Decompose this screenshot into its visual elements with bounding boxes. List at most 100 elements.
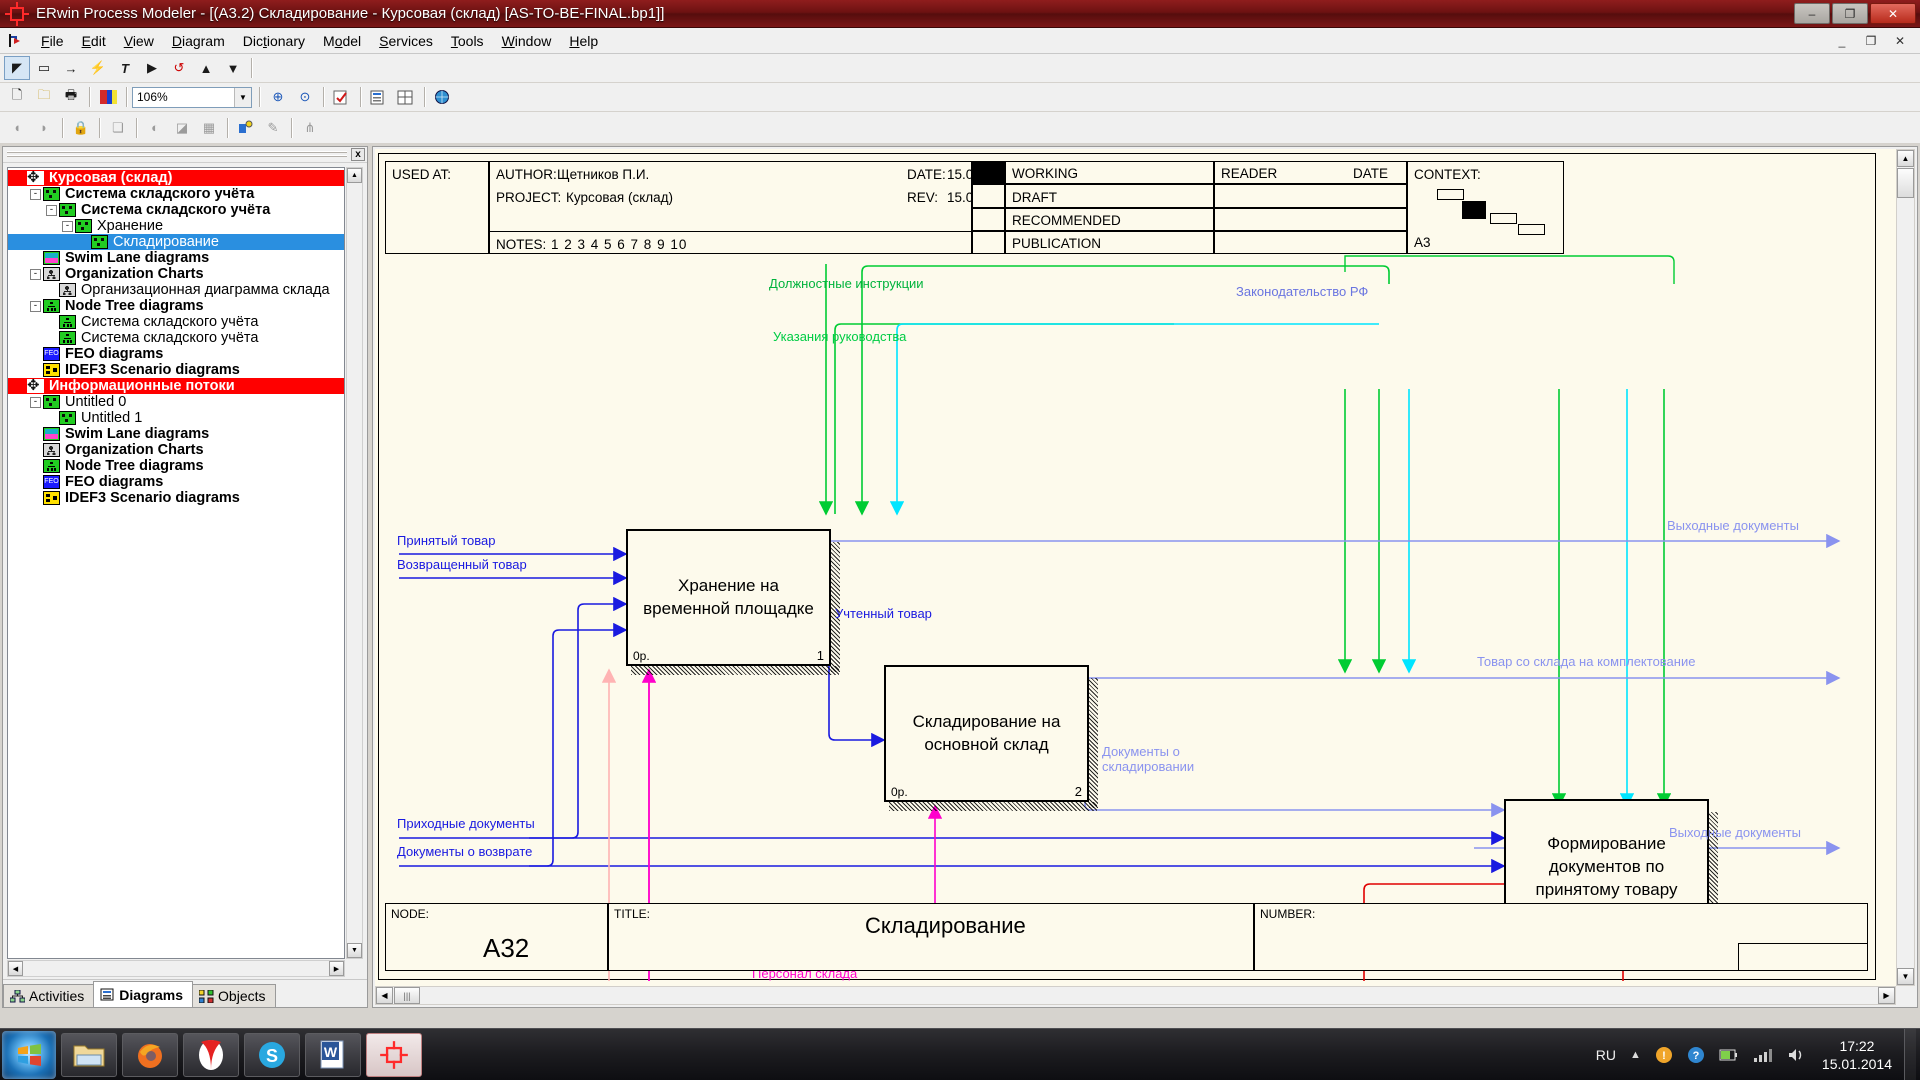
- network-help-icon[interactable]: ?: [1687, 1046, 1705, 1064]
- start-button[interactable]: [2, 1030, 56, 1079]
- tree-expander-icon[interactable]: -: [30, 188, 41, 200]
- tree-item[interactable]: Swim Lane diagrams: [8, 426, 344, 442]
- chevron-up-icon[interactable]: ▲: [1630, 1049, 1641, 1061]
- go-forward-icon[interactable]: ◖: [4, 116, 30, 140]
- diagram-vertical-scrollbar[interactable]: ▲ ▼: [1896, 149, 1915, 986]
- diagram-scroll-right-icon[interactable]: ▶: [1878, 987, 1895, 1004]
- minimize-button[interactable]: –: [1794, 3, 1830, 24]
- report-icon[interactable]: [366, 85, 392, 109]
- activity-box-1[interactable]: Хранение на временной площадке 0р. 1: [626, 529, 831, 666]
- window-title-bar[interactable]: ERwin Process Modeler - [(A3.2) Складиро…: [0, 0, 1920, 28]
- tree-item[interactable]: - Хранение: [8, 218, 344, 234]
- paint-icon[interactable]: ✎: [260, 116, 286, 140]
- text-tool-icon[interactable]: T: [112, 56, 138, 80]
- scroll-left-icon[interactable]: ◀: [8, 961, 23, 976]
- action-center-icon[interactable]: !: [1655, 1046, 1673, 1064]
- tree-item[interactable]: - Untitled 0: [8, 394, 344, 410]
- open-file-icon[interactable]: 🗀: [31, 85, 57, 109]
- taskbar-clock[interactable]: 17:22 15.01.2014: [1814, 1037, 1904, 1073]
- merge-icon[interactable]: ⋔: [297, 116, 323, 140]
- close-button[interactable]: ✕: [1870, 3, 1916, 24]
- tab-diagrams[interactable]: Diagrams: [93, 981, 194, 1007]
- close-icon[interactable]: x: [351, 148, 365, 161]
- scroll-up-icon[interactable]: ▲: [347, 168, 362, 183]
- zoom-combobox[interactable]: 106% ▼: [132, 86, 252, 108]
- mdi-restore-button[interactable]: ❐: [1857, 31, 1885, 51]
- tree-item[interactable]: Система складского учёта: [8, 314, 344, 330]
- tree-item[interactable]: Untitled 1: [8, 410, 344, 426]
- tree-item[interactable]: IDEF3 Scenario diagrams: [8, 490, 344, 506]
- menu-services[interactable]: Services: [370, 30, 442, 52]
- copy-object-icon[interactable]: ❏: [105, 116, 131, 140]
- explorer-header[interactable]: x: [3, 147, 367, 163]
- grid-report-icon[interactable]: [393, 85, 419, 109]
- tree-item[interactable]: FEO FEO diagrams: [8, 346, 344, 362]
- tree-vertical-scrollbar[interactable]: ▲ ▼: [346, 167, 363, 959]
- tree-item[interactable]: FEO FEO diagrams: [8, 474, 344, 490]
- go-back-icon[interactable]: ◗: [31, 116, 57, 140]
- tree-item[interactable]: Курсовая (склад): [8, 168, 344, 186]
- mdi-minimize-button[interactable]: _: [1828, 31, 1856, 51]
- tab-objects[interactable]: Objects: [192, 984, 276, 1007]
- tree-item[interactable]: Складирование: [8, 234, 344, 250]
- undo-tool-icon[interactable]: ↺: [166, 56, 192, 80]
- zoom-fit-icon[interactable]: ⊙: [292, 85, 318, 109]
- menu-tools[interactable]: Tools: [442, 30, 493, 52]
- diagram-hscroll-thumb[interactable]: |||: [394, 987, 420, 1004]
- ude-icon[interactable]: [233, 116, 259, 140]
- activity-icon[interactable]: ◪: [169, 116, 195, 140]
- show-desktop-button[interactable]: [1904, 1028, 1916, 1080]
- print-icon[interactable]: 🖶: [58, 85, 84, 109]
- tree-item[interactable]: Информационные потоки: [8, 376, 344, 394]
- box-tool-icon[interactable]: ▭: [31, 56, 57, 80]
- move-down-tool-icon[interactable]: ▼: [220, 56, 246, 80]
- palette-icon[interactable]: [95, 85, 121, 109]
- tree-horizontal-scrollbar[interactable]: ◀ ▶: [7, 960, 345, 977]
- tree-item[interactable]: Система складского учёта: [8, 330, 344, 346]
- battery-icon[interactable]: [1719, 1047, 1739, 1063]
- erwin-taskbar-button[interactable]: [366, 1032, 422, 1077]
- zoom-in-icon[interactable]: ⊕: [265, 85, 291, 109]
- word-taskbar-button[interactable]: W: [305, 1032, 361, 1077]
- diagram-horizontal-scrollbar[interactable]: ◀ ||| ▶: [375, 986, 1896, 1005]
- status-checkbox-publication[interactable]: [972, 231, 1005, 254]
- status-checkbox-working[interactable]: [972, 161, 1005, 184]
- tree-item[interactable]: IDEF3 Scenario diagrams: [8, 362, 344, 378]
- tree-expander-icon[interactable]: -: [30, 300, 41, 312]
- drag-grip[interactable]: [7, 151, 347, 158]
- mdi-close-button[interactable]: ✕: [1886, 31, 1914, 51]
- move-up-tool-icon[interactable]: ▲: [193, 56, 219, 80]
- new-file-icon[interactable]: 🗋: [4, 85, 30, 109]
- tree-item[interactable]: Организационная диаграмма склада: [8, 282, 344, 298]
- menu-dictionary[interactable]: Dictionary: [234, 30, 314, 52]
- tray-language[interactable]: RU: [1596, 1047, 1616, 1063]
- tree-item[interactable]: Node Tree diagrams: [8, 458, 344, 474]
- diagram-scroll-down-icon[interactable]: ▼: [1897, 968, 1914, 985]
- play-tool-icon[interactable]: ▶: [139, 56, 165, 80]
- activity-box-2[interactable]: Складирование на основной склад 0р. 2: [884, 665, 1089, 802]
- menu-edit[interactable]: Edit: [73, 30, 115, 52]
- status-checkbox-draft[interactable]: [972, 184, 1005, 208]
- diagram-scroll-up-icon[interactable]: ▲: [1897, 150, 1914, 167]
- tree-item[interactable]: - Organization Charts: [8, 266, 344, 282]
- maximize-button[interactable]: ❐: [1832, 3, 1868, 24]
- yandex-taskbar-button[interactable]: [183, 1032, 239, 1077]
- scroll-right-icon[interactable]: ▶: [329, 961, 344, 976]
- menu-help[interactable]: Help: [560, 30, 607, 52]
- model-tree[interactable]: Курсовая (склад) - Система складского учёт…: [7, 167, 345, 959]
- diagram-scroll-left-icon[interactable]: ◀: [376, 987, 393, 1004]
- grid-icon[interactable]: ▦: [196, 116, 222, 140]
- scroll-down-icon[interactable]: ▼: [347, 943, 362, 958]
- tree-expander-icon[interactable]: -: [30, 268, 41, 280]
- tab-activities[interactable]: Activities: [3, 984, 95, 1007]
- volume-icon[interactable]: [1787, 1047, 1807, 1063]
- tree-expander-icon[interactable]: -: [30, 396, 41, 408]
- tree-expander-icon[interactable]: -: [46, 204, 57, 216]
- tree-expander-icon[interactable]: -: [62, 220, 73, 232]
- explorer-taskbar-button[interactable]: [61, 1032, 117, 1077]
- skype-taskbar-button[interactable]: S: [244, 1032, 300, 1077]
- firefox-taskbar-button[interactable]: [122, 1032, 178, 1077]
- menu-view[interactable]: View: [115, 30, 163, 52]
- squiggle-tool-icon[interactable]: ⚡: [85, 56, 111, 80]
- diagram-canvas[interactable]: USED AT: AUTHOR: Щетников П.И. PROJECT: …: [375, 149, 1896, 986]
